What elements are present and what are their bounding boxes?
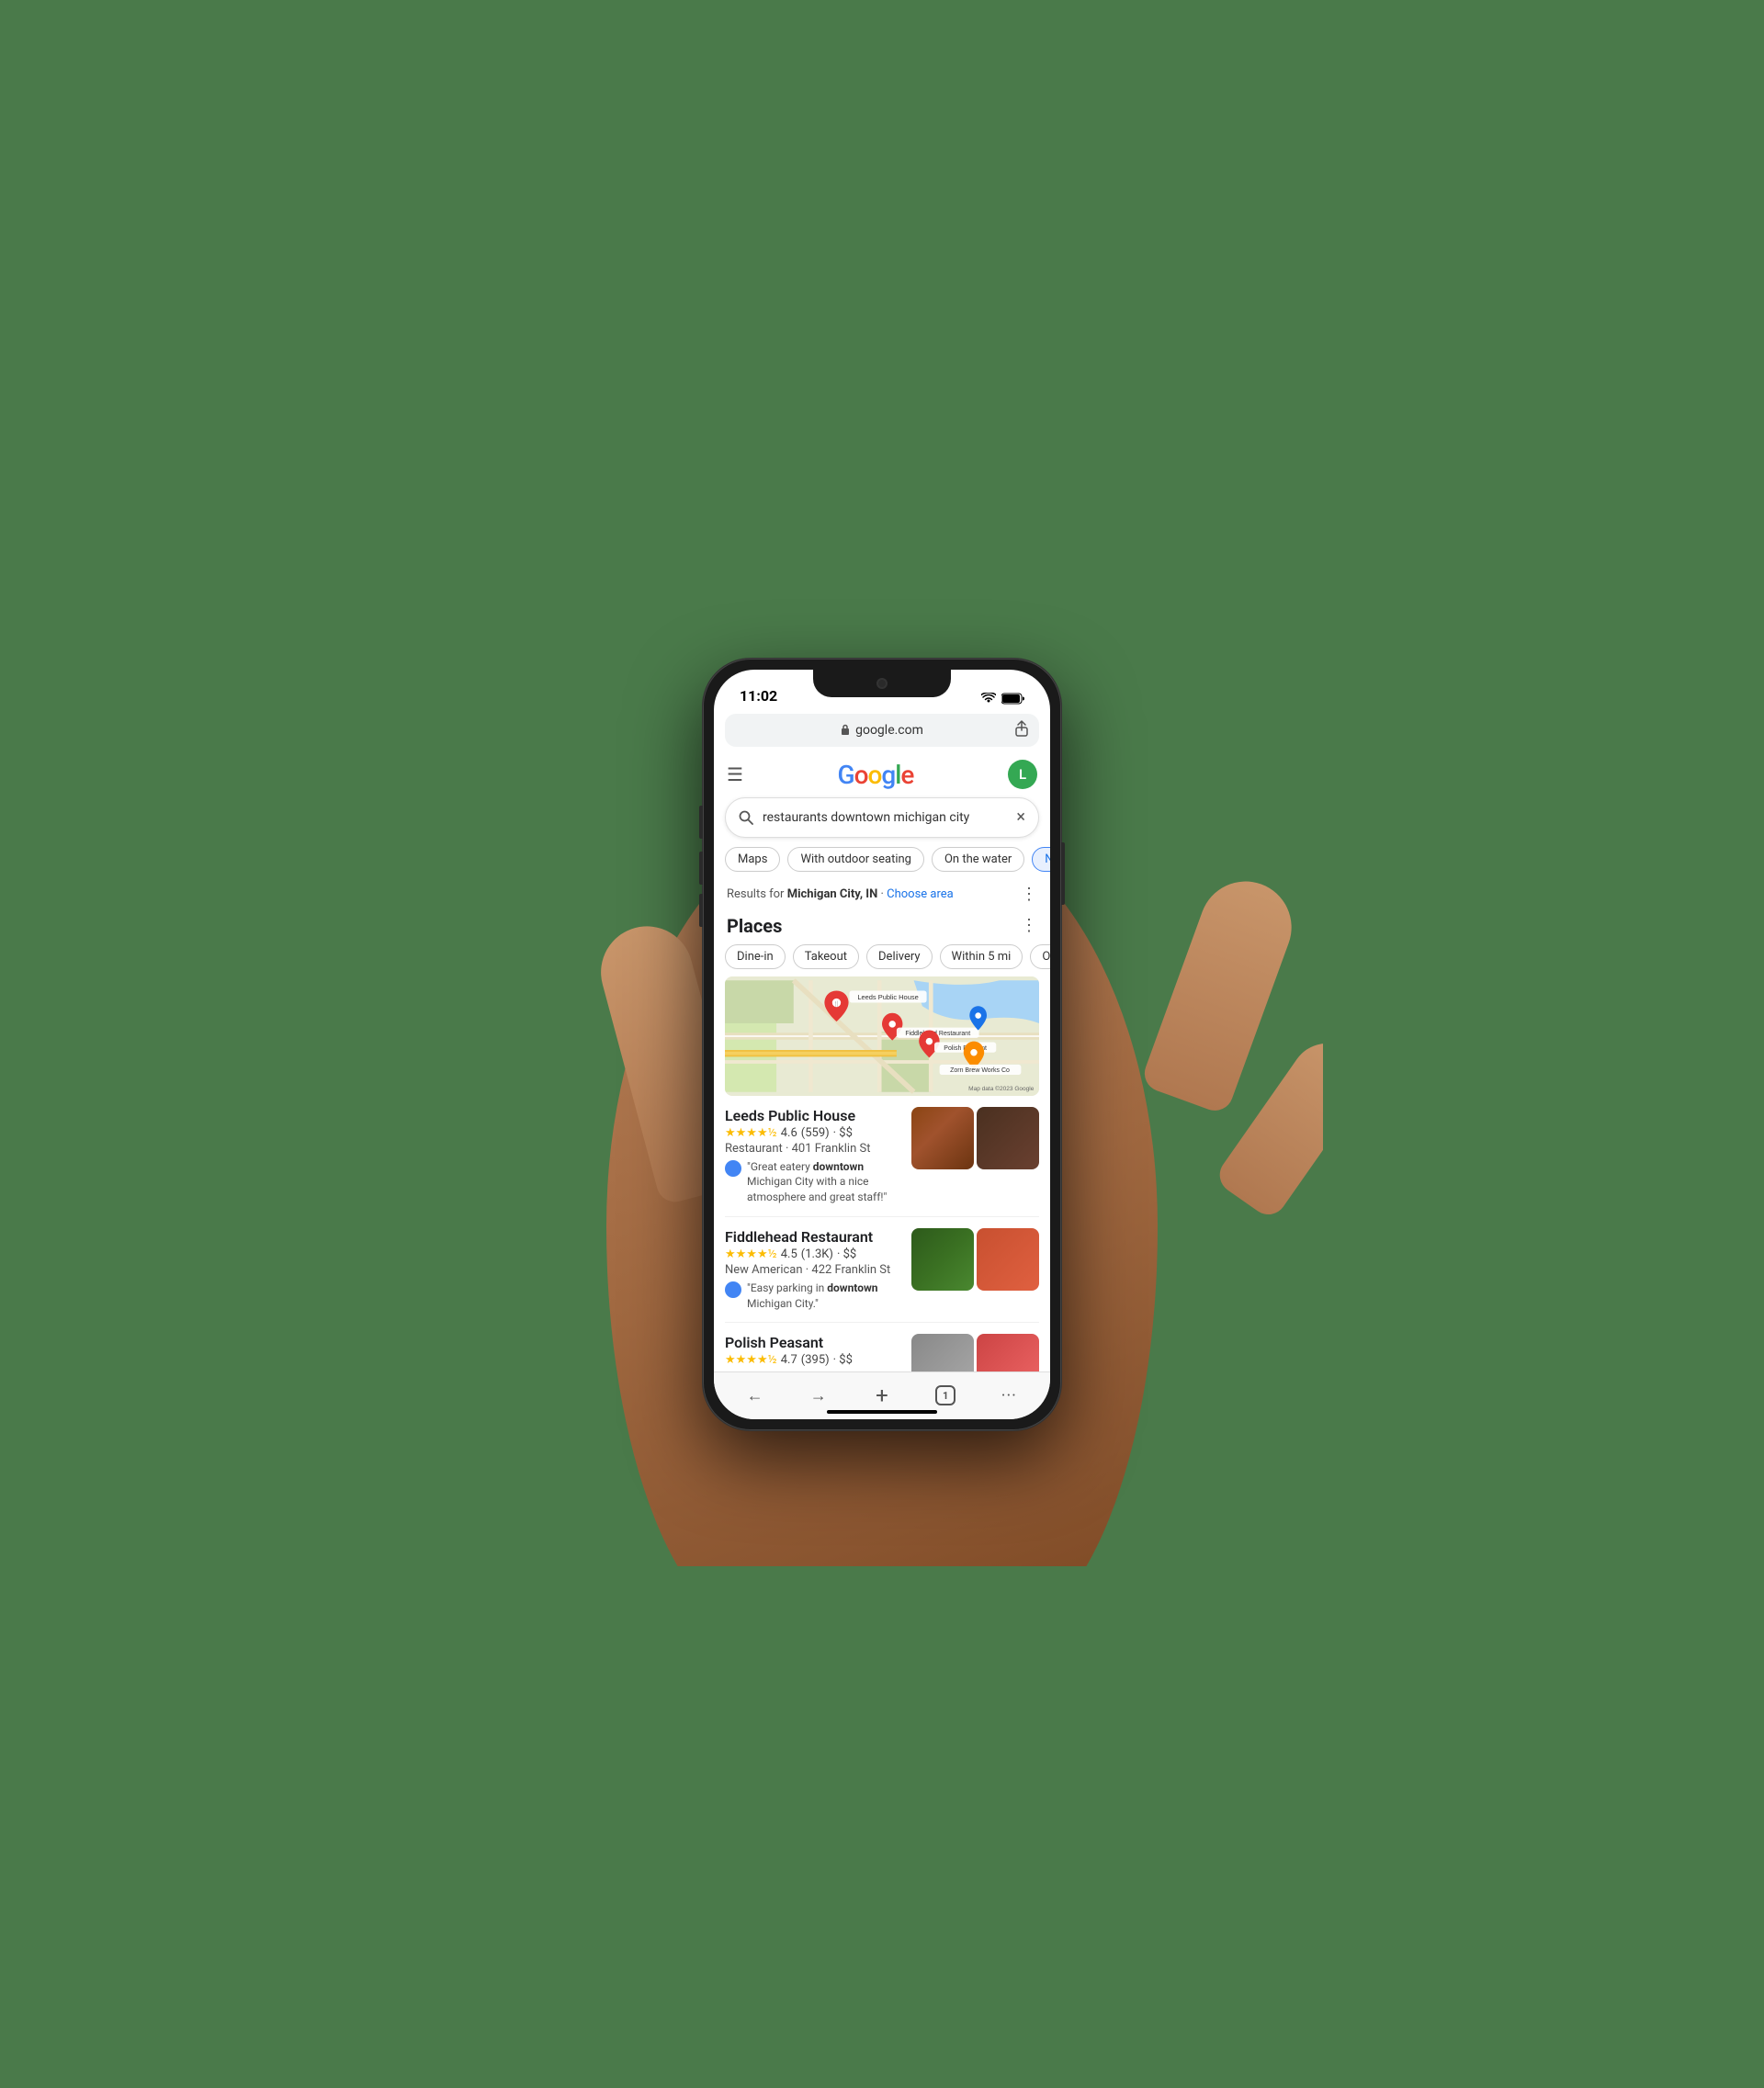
map-area[interactable]: 🍴 Leeds Public House Fiddlehead Restaura… <box>725 976 1039 1096</box>
chip-outdoor-seating[interactable]: With outdoor seating <box>787 847 924 872</box>
review-avatar-fiddlehead <box>725 1281 741 1298</box>
map-chip-open[interactable]: Op... <box>1030 944 1050 969</box>
status-icons <box>981 693 1024 705</box>
svg-text:🍴: 🍴 <box>833 999 840 1007</box>
share-icon[interactable] <box>1015 720 1028 740</box>
restaurant-images-fiddlehead <box>911 1228 1039 1312</box>
results-info: Results for Michigan City, IN · Choose a… <box>714 881 1050 911</box>
restaurant-img-2-fiddlehead <box>977 1228 1039 1291</box>
search-clear-icon[interactable]: × <box>1016 807 1025 827</box>
restaurant-info-fiddlehead: Fiddlehead Restaurant ★★★★½ 4.5 (1.3K) ·… <box>725 1228 902 1312</box>
browser-back-button[interactable]: ← <box>739 1379 772 1412</box>
chip-on-water[interactable]: On the water <box>932 847 1024 872</box>
search-bar[interactable]: restaurants downtown michigan city × <box>725 797 1039 838</box>
stars-leeds: ★★★★½ <box>725 1126 777 1140</box>
restaurant-info-leeds: Leeds Public House ★★★★½ 4.6 (559) · $$ … <box>725 1107 902 1205</box>
results-location-text: Results for Michigan City, IN · Choose a… <box>727 887 954 901</box>
search-icon <box>739 810 753 825</box>
svg-text:Leeds Public House: Leeds Public House <box>857 992 918 1000</box>
map-chip-delivery[interactable]: Delivery <box>866 944 933 969</box>
front-camera <box>876 678 888 689</box>
restaurant-name-fiddlehead: Fiddlehead Restaurant <box>725 1228 902 1246</box>
restaurant-img-1-fiddlehead <box>911 1228 974 1291</box>
hamburger-menu-icon[interactable]: ☰ <box>727 763 743 785</box>
browser-tabs-button[interactable]: 1 <box>929 1379 962 1412</box>
restaurant-name-polish: Polish Peasant <box>725 1334 902 1351</box>
phone: 11:02 <box>703 659 1061 1430</box>
browser-tabs-count: 1 <box>935 1385 956 1405</box>
places-menu-icon[interactable]: ⋮ <box>1021 916 1037 935</box>
results-location-bold: Michigan City, IN <box>787 887 878 901</box>
rating-value-fiddlehead: 4.5 <box>781 1247 797 1261</box>
status-time: 11:02 <box>740 687 777 705</box>
restaurant-img-2-leeds <box>977 1107 1039 1169</box>
url-text: google.com <box>855 723 923 738</box>
price-leeds: · $$ <box>833 1126 853 1140</box>
browser-menu-button[interactable]: ··· <box>992 1379 1025 1412</box>
map-chip-dine-in[interactable]: Dine-in <box>725 944 786 969</box>
places-title: Places <box>727 915 782 937</box>
map-chip-takeout[interactable]: Takeout <box>793 944 859 969</box>
review-count-fiddlehead: (1.3K) <box>801 1247 833 1261</box>
price-fiddlehead: · $$ <box>837 1247 856 1261</box>
results-menu-icon[interactable]: ⋮ <box>1021 885 1037 904</box>
browser-forward-button[interactable]: → <box>802 1379 835 1412</box>
restaurant-images-leeds <box>911 1107 1039 1205</box>
wifi-icon <box>981 693 996 704</box>
review-count-leeds: (559) <box>801 1126 830 1140</box>
review-text-leeds: "Great eatery downtown Michigan City wit… <box>747 1159 902 1205</box>
restaurant-item-leeds[interactable]: Leeds Public House ★★★★½ 4.6 (559) · $$ … <box>725 1096 1039 1217</box>
browser-bar: ← → + 1 ··· <box>714 1371 1050 1419</box>
stars-fiddlehead: ★★★★½ <box>725 1247 777 1261</box>
restaurant-type-fiddlehead: New American · 422 Franklin St <box>725 1263 902 1277</box>
scene: 11:02 <box>441 523 1323 1566</box>
review-count-polish: (395) <box>801 1353 830 1367</box>
map-filter-chips: Dine-in Takeout Delivery Within 5 mi Op.… <box>714 944 1050 969</box>
restaurant-rating-leeds: ★★★★½ 4.6 (559) · $$ <box>725 1126 902 1140</box>
restaurant-img-1-leeds <box>911 1107 974 1169</box>
chip-new[interactable]: New <box>1032 847 1050 872</box>
places-header: Places ⋮ <box>714 911 1050 944</box>
url-bar[interactable]: google.com <box>725 714 1039 747</box>
chip-maps[interactable]: Maps <box>725 847 780 872</box>
battery-icon <box>1001 693 1024 705</box>
svg-text:Zorn Brew Works Co: Zorn Brew Works Co <box>950 1067 1010 1074</box>
stars-polish: ★★★★½ <box>725 1353 777 1367</box>
lock-icon <box>841 724 850 736</box>
user-avatar[interactable]: L <box>1008 760 1037 789</box>
restaurant-item-fiddlehead[interactable]: Fiddlehead Restaurant ★★★★½ 4.5 (1.3K) ·… <box>725 1217 1039 1324</box>
home-indicator <box>827 1410 937 1414</box>
svg-text:Map data ©2023 Google: Map data ©2023 Google <box>968 1084 1035 1091</box>
review-text-fiddlehead: "Easy parking in downtown Michigan City.… <box>747 1281 902 1312</box>
filter-chips: Maps With outdoor seating On the water N… <box>714 847 1050 881</box>
restaurant-list: Leeds Public House ★★★★½ 4.6 (559) · $$ … <box>714 1096 1050 1408</box>
restaurant-rating-polish: ★★★★½ 4.7 (395) · $$ <box>725 1353 902 1367</box>
restaurant-rating-fiddlehead: ★★★★½ 4.5 (1.3K) · $$ <box>725 1247 902 1261</box>
restaurant-review-leeds: "Great eatery downtown Michigan City wit… <box>725 1159 902 1205</box>
phone-screen: 11:02 <box>714 670 1050 1419</box>
search-query: restaurants downtown michigan city <box>763 810 1007 825</box>
notch <box>813 670 951 697</box>
google-logo: Google <box>838 760 914 790</box>
restaurant-type-leeds: Restaurant · 401 Franklin St <box>725 1142 902 1156</box>
rating-value-polish: 4.7 <box>781 1353 797 1367</box>
restaurant-name-leeds: Leeds Public House <box>725 1107 902 1124</box>
review-avatar-leeds <box>725 1160 741 1177</box>
map-chip-within-5mi[interactable]: Within 5 mi <box>940 944 1023 969</box>
browser-add-tab-button[interactable]: + <box>865 1379 899 1412</box>
choose-area-link[interactable]: Choose area <box>887 887 954 901</box>
price-polish: · $$ <box>833 1353 853 1367</box>
rating-value-leeds: 4.6 <box>781 1126 797 1140</box>
google-header: ☰ Google L <box>714 754 1050 797</box>
restaurant-review-fiddlehead: "Easy parking in downtown Michigan City.… <box>725 1281 902 1312</box>
